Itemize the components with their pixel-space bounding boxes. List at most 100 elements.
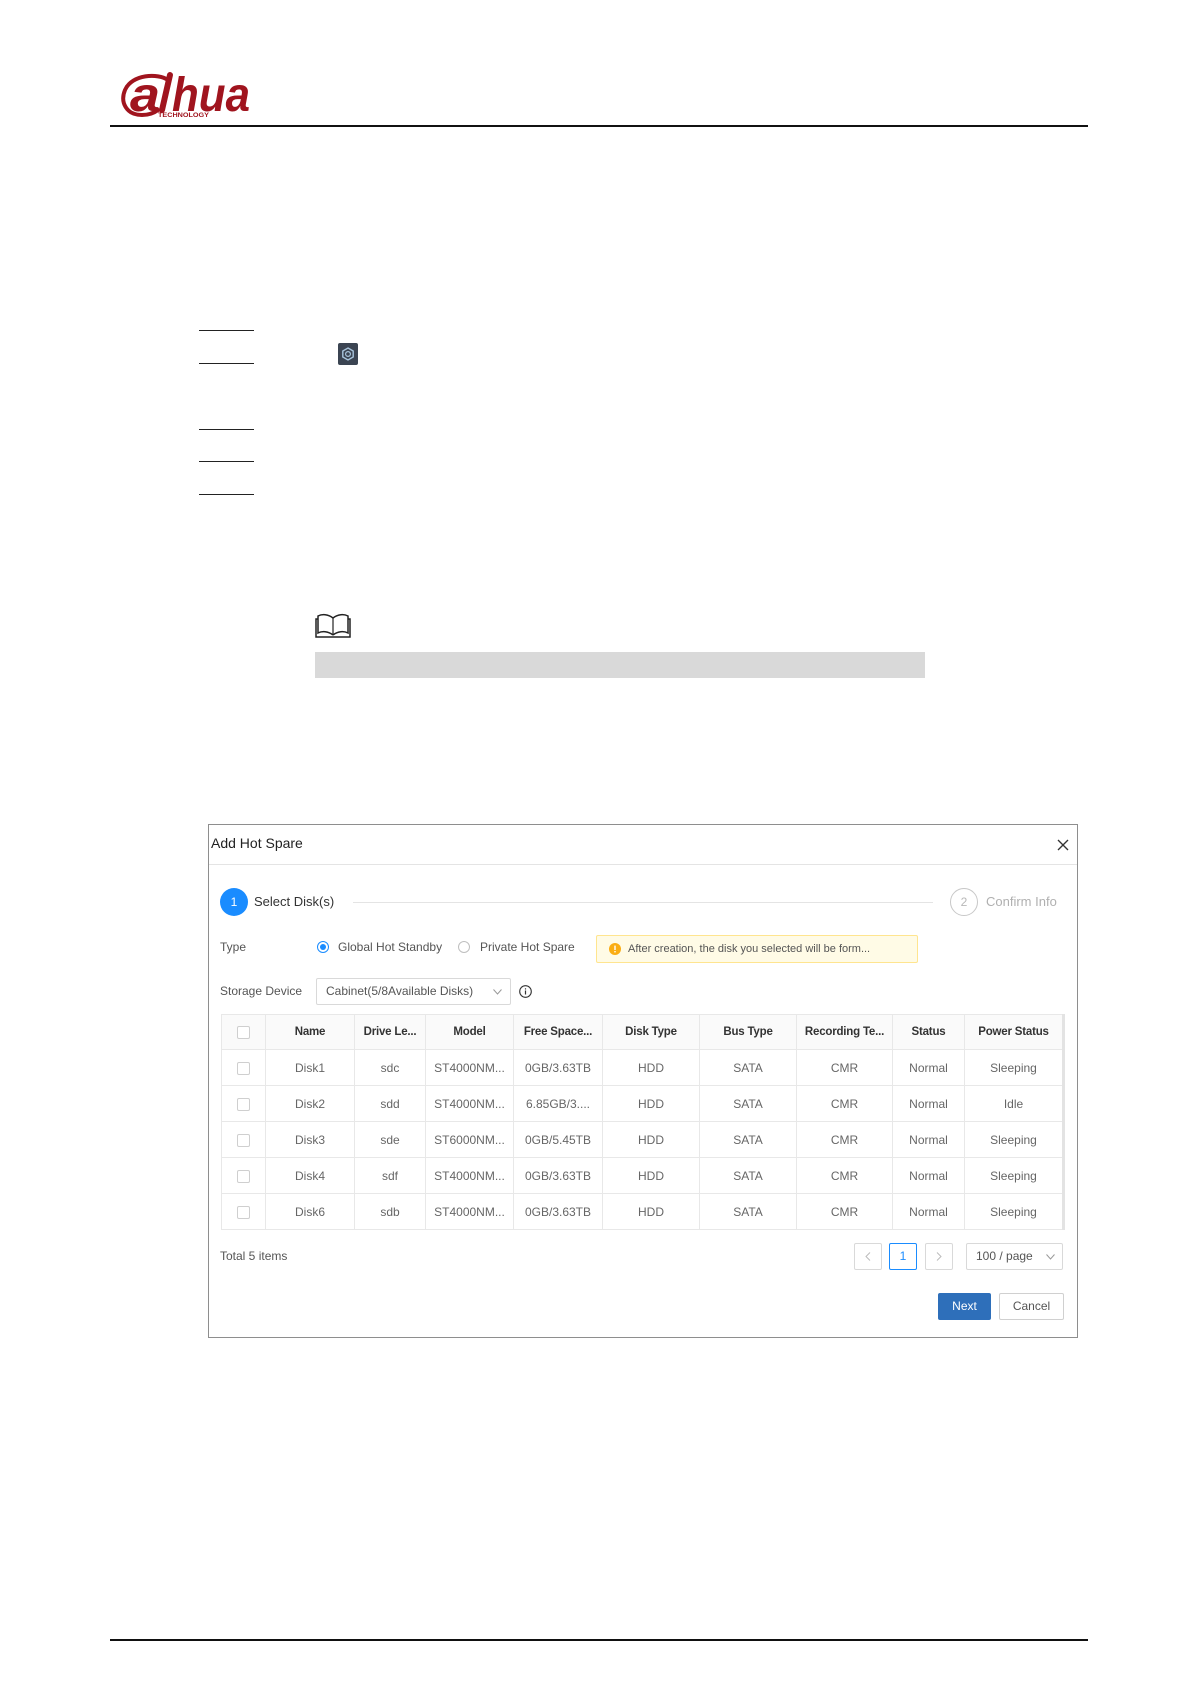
column-header-bus-type: Bus Type xyxy=(699,1014,797,1050)
cell-name: Disk6 xyxy=(265,1193,355,1230)
cell-bus-type: SATA xyxy=(699,1157,797,1194)
private-hot-spare-radio[interactable] xyxy=(458,941,470,953)
select-all-cell xyxy=(221,1014,266,1050)
row-checkbox[interactable] xyxy=(237,1169,250,1183)
step-1-indicator: 1 xyxy=(220,888,248,916)
global-hot-standby-label[interactable]: Global Hot Standby xyxy=(338,939,442,955)
cell-disk-type: HDD xyxy=(602,1193,700,1230)
page-size-value: 100 / page xyxy=(976,1249,1033,1263)
stepper-connector xyxy=(353,902,933,903)
table-row[interactable]: Disk4 sdf ST4000NM... 0GB/3.63TB HDD SAT… xyxy=(221,1157,1065,1194)
step-underline xyxy=(199,330,254,331)
table-row[interactable]: Disk1 sdc ST4000NM... 0GB/3.63TB HDD SAT… xyxy=(221,1049,1065,1086)
column-header-recording-type: Recording Te... xyxy=(796,1014,893,1050)
row-checkbox-cell xyxy=(221,1121,266,1158)
cell-drive-letter: sdc xyxy=(354,1049,426,1086)
cell-power-status: Sleeping xyxy=(964,1121,1065,1158)
storage-device-label: Storage Device xyxy=(220,984,303,998)
row-checkbox[interactable] xyxy=(237,1097,250,1111)
footer-rule xyxy=(110,1639,1088,1641)
row-checkbox-cell xyxy=(221,1085,266,1122)
chevron-down-icon xyxy=(1046,1254,1055,1260)
next-page-button[interactable] xyxy=(925,1243,953,1270)
storage-device-value: Cabinet(5/8Available Disks) xyxy=(326,984,474,998)
table-header-row: Name Drive Le... Model Free Space... Dis… xyxy=(221,1014,1065,1050)
column-header-power-status: Power Status xyxy=(964,1014,1065,1050)
column-header-status: Status xyxy=(892,1014,965,1050)
cell-bus-type: SATA xyxy=(699,1193,797,1230)
cell-free-space: 0GB/3.63TB xyxy=(513,1157,603,1194)
cell-power-status: Sleeping xyxy=(964,1049,1065,1086)
cell-status: Normal xyxy=(892,1085,965,1122)
cell-name: Disk3 xyxy=(265,1121,355,1158)
cell-power-status: Sleeping xyxy=(964,1193,1065,1230)
cell-free-space: 0GB/3.63TB xyxy=(513,1049,603,1086)
cell-bus-type: SATA xyxy=(699,1049,797,1086)
row-checkbox[interactable] xyxy=(237,1061,250,1075)
cell-disk-type: HDD xyxy=(602,1157,700,1194)
column-header-name: Name xyxy=(265,1014,355,1050)
warning-dot-icon xyxy=(609,943,621,955)
column-header-free-space: Free Space... xyxy=(513,1014,603,1050)
dahua-logo: a hua TECHNOLOGY xyxy=(121,70,250,122)
step-underline xyxy=(199,363,254,364)
select-all-checkbox[interactable] xyxy=(237,1025,250,1039)
cell-model: ST4000NM... xyxy=(425,1157,514,1194)
cell-disk-type: HDD xyxy=(602,1049,700,1086)
chevron-left-icon xyxy=(865,1252,871,1261)
cell-recording-type: CMR xyxy=(796,1157,893,1194)
row-checkbox[interactable] xyxy=(237,1205,250,1219)
cell-model: ST6000NM... xyxy=(425,1121,514,1158)
step-2-indicator: 2 xyxy=(950,888,978,916)
cell-bus-type: SATA xyxy=(699,1085,797,1122)
step-underline xyxy=(199,461,254,462)
cell-recording-type: CMR xyxy=(796,1049,893,1086)
cell-recording-type: CMR xyxy=(796,1085,893,1122)
global-hot-standby-radio[interactable] xyxy=(317,941,329,953)
close-icon[interactable] xyxy=(1057,839,1069,851)
cell-drive-letter: sde xyxy=(354,1121,426,1158)
cell-status: Normal xyxy=(892,1193,965,1230)
type-label: Type xyxy=(220,940,247,954)
row-checkbox[interactable] xyxy=(237,1133,250,1147)
info-icon[interactable] xyxy=(519,985,532,998)
storage-device-select[interactable]: Cabinet(5/8Available Disks) xyxy=(316,978,511,1005)
cell-drive-letter: sdd xyxy=(354,1085,426,1122)
cell-model: ST4000NM... xyxy=(425,1193,514,1230)
step-underline xyxy=(199,494,254,495)
total-items: Total 5 items xyxy=(220,1249,288,1263)
table-row[interactable]: Disk3 sde ST6000NM... 0GB/5.45TB HDD SAT… xyxy=(221,1121,1065,1158)
cancel-button[interactable]: Cancel xyxy=(999,1293,1064,1320)
cell-recording-type: CMR xyxy=(796,1193,893,1230)
logo-tagline: TECHNOLOGY xyxy=(158,113,209,119)
cell-drive-letter: sdf xyxy=(354,1157,426,1194)
table-row[interactable]: Disk6 sdb ST4000NM... 0GB/3.63TB HDD SAT… xyxy=(221,1193,1065,1230)
cell-status: Normal xyxy=(892,1121,965,1158)
row-checkbox-cell xyxy=(221,1193,266,1230)
cell-status: Normal xyxy=(892,1049,965,1086)
cell-recording-type: CMR xyxy=(796,1121,893,1158)
cell-free-space: 0GB/3.63TB xyxy=(513,1193,603,1230)
disk-table: Name Drive Le... Model Free Space... Dis… xyxy=(221,1014,1065,1230)
step-underline xyxy=(199,429,254,430)
cell-power-status: Idle xyxy=(964,1085,1065,1122)
next-button[interactable]: Next xyxy=(938,1293,991,1320)
prev-page-button[interactable] xyxy=(854,1243,882,1270)
cell-disk-type: HDD xyxy=(602,1121,700,1158)
gear-icon xyxy=(338,343,358,365)
page-1-button[interactable]: 1 xyxy=(889,1243,917,1270)
dialog-title: Add Hot Spare xyxy=(211,835,303,851)
cell-name: Disk2 xyxy=(265,1085,355,1122)
page-size-select[interactable]: 100 / page xyxy=(966,1243,1063,1270)
private-hot-spare-label[interactable]: Private Hot Spare xyxy=(480,939,575,955)
cell-free-space: 0GB/5.45TB xyxy=(513,1121,603,1158)
dialog-divider xyxy=(209,864,1077,865)
cell-disk-type: HDD xyxy=(602,1085,700,1122)
book-icon xyxy=(315,613,351,638)
note-bar xyxy=(315,652,925,678)
logo-mark: a xyxy=(130,70,160,122)
table-row[interactable]: Disk2 sdd ST4000NM... 6.85GB/3.... HDD S… xyxy=(221,1085,1065,1122)
cell-name: Disk4 xyxy=(265,1157,355,1194)
cell-name: Disk1 xyxy=(265,1049,355,1086)
column-header-disk-type: Disk Type xyxy=(602,1014,700,1050)
